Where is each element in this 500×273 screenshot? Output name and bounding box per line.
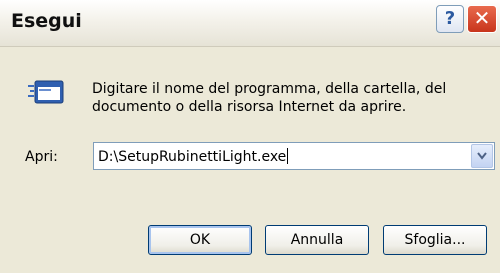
title-bar[interactable]: Esegui ? ✕: [0, 0, 500, 47]
open-input[interactable]: D:\SetupRubinettiLight.exe: [98, 148, 289, 165]
chevron-down-icon: [477, 152, 487, 160]
run-dialog-icon: [27, 77, 65, 107]
run-dialog: Esegui ? ✕ Digitare il nome del programm…: [0, 0, 500, 273]
window-title: Esegui: [11, 10, 82, 32]
close-button[interactable]: ✕: [467, 5, 497, 33]
dialog-description: Digitare il nome del programma, della ca…: [92, 81, 447, 115]
text-caret: [287, 148, 289, 164]
help-button[interactable]: ?: [436, 5, 464, 33]
open-input-value: D:\SetupRubinettiLight.exe: [98, 149, 287, 165]
dropdown-button[interactable]: [471, 144, 493, 168]
browse-button[interactable]: Sfoglia...: [383, 225, 487, 255]
open-label: Apri:: [25, 149, 58, 165]
ok-button[interactable]: OK: [148, 225, 252, 255]
open-combobox[interactable]: D:\SetupRubinettiLight.exe: [93, 142, 495, 170]
cancel-button[interactable]: Annulla: [265, 225, 369, 255]
